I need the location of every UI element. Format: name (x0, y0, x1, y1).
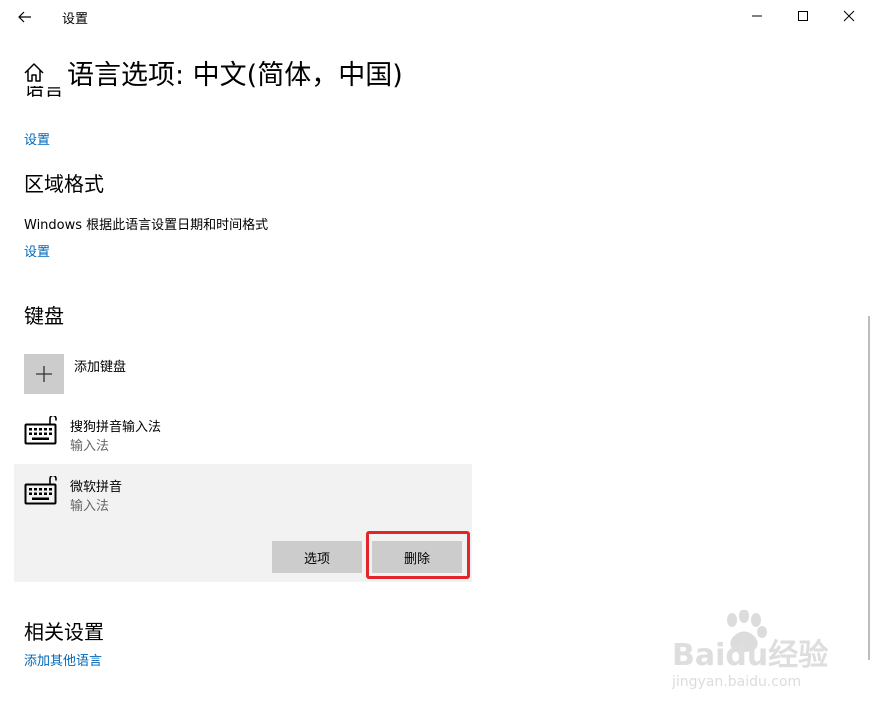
back-button[interactable] (8, 2, 42, 32)
window-title: 设置 (62, 12, 89, 27)
keyboard-heading: 键盘 (24, 304, 64, 328)
region-format-description: Windows 根据此语言设置日期和时间格式 (24, 218, 269, 233)
minimize-button[interactable] (734, 0, 780, 32)
maximize-button[interactable] (780, 0, 826, 32)
keyboard-item-type: 输入法 (70, 439, 110, 454)
close-icon (843, 10, 855, 22)
keyboard-item-name[interactable]: 微软拼音 (70, 476, 122, 495)
add-keyboard-button[interactable] (24, 354, 64, 394)
highlight-annotation (366, 531, 470, 579)
region-format-heading: 区域格式 (24, 172, 104, 196)
region-settings-link[interactable]: 设置 (24, 241, 50, 260)
arrow-left-icon (18, 11, 31, 23)
baidu-watermark: Baidu经验 jingyan.baidu.com (671, 609, 832, 700)
watermark-url: jingyan.baidu.com (672, 674, 801, 690)
language-heading: 语言 (24, 86, 64, 100)
add-language-link[interactable]: 添加其他语言 (24, 650, 102, 669)
scrollbar[interactable] (868, 316, 870, 660)
page-title: 语言选项: 中文(简体，中国) (67, 60, 403, 91)
home-icon[interactable] (23, 62, 45, 84)
close-button[interactable] (826, 0, 872, 32)
keyboard-icon (24, 414, 58, 450)
minimize-icon (752, 15, 762, 17)
options-button[interactable]: 选项 (272, 541, 362, 573)
keyboard-icon (24, 474, 58, 510)
keyboard-item-name[interactable]: 搜狗拼音输入法 (70, 416, 161, 435)
keyboard-item-type: 输入法 (70, 499, 110, 514)
plus-icon (36, 366, 52, 382)
maximize-icon (798, 11, 808, 21)
add-keyboard-label[interactable]: 添加键盘 (74, 356, 126, 375)
language-settings-link[interactable]: 设置 (24, 129, 50, 148)
watermark-logo: Baidu经验 (672, 638, 828, 673)
related-settings-heading: 相关设置 (24, 620, 104, 644)
